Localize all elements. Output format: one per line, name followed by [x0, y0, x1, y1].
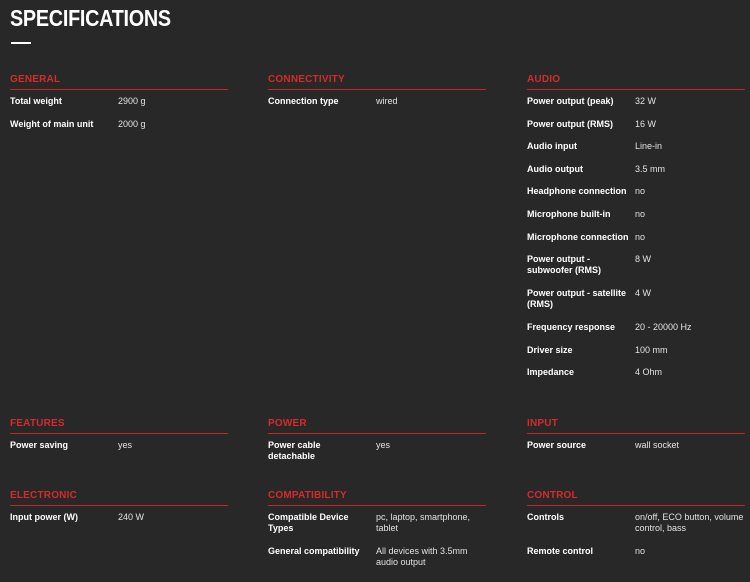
spec-label: Driver size [527, 344, 573, 355]
section-control: CONTROL Controls on/off, ECO button, vol… [527, 490, 745, 580]
spec-value: 20 - 20000 Hz [635, 322, 692, 333]
spec-label: Controls [527, 512, 564, 522]
section-heading: ELECTRONIC [10, 490, 228, 506]
spec-label: Microphone built-in [527, 208, 611, 219]
spec-row: Power output (RMS) 16 W [527, 119, 745, 142]
section-heading: GENERAL [10, 74, 228, 90]
spec-label: Impedance [527, 367, 575, 378]
spec-label: Total weight [10, 96, 62, 106]
spec-value: 240 W [118, 512, 145, 522]
spec-label: Power saving [10, 440, 69, 450]
spec-row: Power output (peak) 32 W [527, 96, 745, 119]
title-underline [11, 42, 31, 44]
spec-label: General compatibility [268, 546, 360, 556]
spec-row: Audio input Line-in [527, 141, 745, 164]
spec-value: yes [118, 440, 133, 450]
spec-value: 4 W [635, 288, 652, 299]
spec-row: Total weight 2900 g [10, 96, 228, 119]
spec-row: Headphone connection no [527, 186, 745, 209]
section-electronic: ELECTRONIC Input power (W) 240 W [10, 490, 228, 535]
spec-label: Audio output [527, 163, 583, 174]
spec-label: Frequency response [527, 322, 616, 333]
spec-label: Weight of main unit [10, 119, 94, 129]
spec-value: wired [376, 96, 398, 106]
spec-row: Remote control no [527, 546, 745, 580]
spec-row: General compatibility All devices with 3… [268, 546, 486, 580]
spec-label: Microphone connection [527, 231, 629, 242]
section-features: FEATURES Power saving yes [10, 418, 228, 463]
spec-row: Power output - subwoofer (RMS) 8 W [527, 254, 745, 288]
spec-row: Power source wall socket [527, 440, 745, 463]
spec-row: Controls on/off, ECO button, volume cont… [527, 512, 745, 546]
spec-value: 16 W [635, 118, 657, 129]
section-input: INPUT Power source wall socket [527, 418, 745, 463]
spec-row: Compatible Device Types pc, laptop, smar… [268, 512, 486, 546]
spec-value: on/off, ECO button, volume control, bass [635, 512, 744, 533]
spec-value: yes [376, 440, 391, 450]
spec-row: Frequency response 20 - 20000 Hz [527, 322, 745, 345]
spec-row: Driver size 100 mm [527, 345, 745, 368]
spec-label: Power cable detachable [268, 440, 321, 461]
spec-value: 32 W [635, 96, 657, 106]
spec-value: 2000 g [118, 119, 146, 129]
section-heading: CONTROL [527, 490, 745, 506]
section-heading: POWER [268, 418, 486, 434]
spec-label: Power source [527, 440, 587, 450]
spec-label: Audio input [527, 141, 577, 152]
section-heading: CONNECTIVITY [268, 74, 486, 90]
spec-row: Microphone built-in no [527, 209, 745, 232]
spec-value: no [635, 208, 646, 219]
spec-value: 3.5 mm [635, 163, 666, 174]
spec-label: Power output (peak) [527, 96, 614, 106]
section-power: POWER Power cable detachable yes [268, 418, 486, 463]
section-connectivity: CONNECTIVITY Connection type wired [268, 74, 486, 119]
spec-value: Line-in [635, 141, 663, 152]
spec-value: no [635, 231, 646, 242]
spec-label: Compatible Device Types [268, 512, 349, 533]
spec-value: 100 mm [635, 344, 668, 355]
section-heading: FEATURES [10, 418, 228, 434]
spec-value: pc, laptop, smartphone, tablet [376, 512, 471, 533]
section-compatibility: COMPATIBILITY Compatible Device Types pc… [268, 490, 486, 580]
spec-row: Impedance 4 Ohm [527, 367, 745, 390]
page-title: SPECIFICATIONS [10, 5, 171, 31]
spec-label: Input power (W) [10, 512, 78, 522]
spec-row: Weight of main unit 2000 g [10, 119, 228, 142]
section-general: GENERAL Total weight 2900 g Weight of ma… [10, 74, 228, 142]
spec-row: Microphone connection no [527, 232, 745, 255]
section-heading: AUDIO [527, 74, 745, 90]
spec-label: Headphone connection [527, 186, 627, 197]
section-heading: INPUT [527, 418, 745, 434]
spec-value: 4 Ohm [635, 367, 663, 378]
spec-row: Connection type wired [268, 96, 486, 119]
spec-label: Power output - subwoofer (RMS) [527, 254, 601, 276]
spec-label: Power output - satellite (RMS) [527, 288, 627, 310]
spec-value: All devices with 3.5mm audio output [376, 546, 468, 567]
spec-label: Connection type [268, 96, 339, 106]
spec-row: Power output - satellite (RMS) 4 W [527, 288, 745, 322]
section-heading: COMPATIBILITY [268, 490, 486, 506]
spec-label: Power output (RMS) [527, 118, 613, 129]
spec-row: Audio output 3.5 mm [527, 164, 745, 187]
spec-value: 8 W [635, 254, 652, 265]
spec-row: Power saving yes [10, 440, 228, 463]
spec-row: Input power (W) 240 W [10, 512, 228, 535]
spec-label: Remote control [527, 546, 594, 556]
spec-value: no [635, 546, 646, 556]
spec-row: Power cable detachable yes [268, 440, 486, 463]
spec-value: 2900 g [118, 96, 146, 106]
spec-value: wall socket [635, 440, 680, 450]
section-audio: AUDIO Power output (peak) 32 W Power out… [527, 74, 745, 390]
spec-value: no [635, 186, 646, 197]
